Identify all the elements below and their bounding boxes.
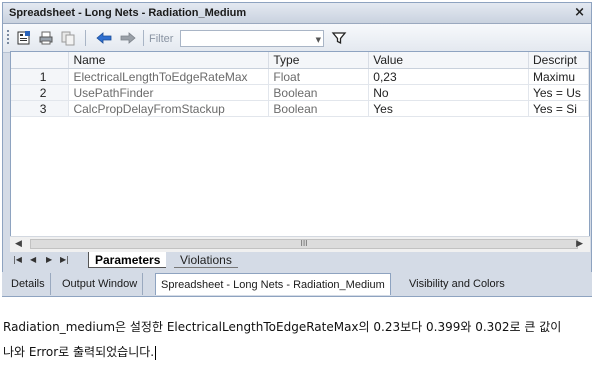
toolbar-grip[interactable]	[7, 30, 9, 46]
cell-name[interactable]: ElectricalLengthToEdgeRateMax	[68, 68, 270, 85]
toolbar-separator	[85, 30, 86, 46]
horizontal-scrollbar[interactable]: ◀ III ▶	[10, 236, 590, 252]
print-icon[interactable]	[37, 29, 55, 47]
corner-header	[11, 52, 70, 69]
tab-visibility-and-colors[interactable]: Visibility and Colors	[404, 273, 510, 295]
column-header-type[interactable]: Type	[268, 52, 370, 69]
properties-icon[interactable]	[15, 29, 33, 47]
column-header-value[interactable]: Value	[368, 52, 529, 69]
cell-description[interactable]: Yes = Us	[528, 84, 589, 101]
tab-details[interactable]: Details	[6, 273, 51, 295]
caption-line-2-text: 나와 Error로 출력되었습니다.	[3, 345, 155, 359]
cell-value[interactable]: Yes	[368, 100, 529, 117]
chevron-down-icon[interactable]: ▼	[316, 36, 321, 44]
forward-arrow-icon[interactable]	[119, 29, 137, 47]
sheet-tab-strip: |◀ ◀ ▶ ▶| Parameters Violations	[10, 252, 590, 269]
next-sheet-icon[interactable]: ▶	[46, 255, 52, 264]
tab-output-window[interactable]: Output Window	[57, 273, 144, 295]
cell-description[interactable]: Maximu	[528, 68, 589, 85]
panel-tab-bar: Details Output Window Spreadsheet - Long…	[2, 272, 592, 296]
scroll-grip: III	[300, 239, 308, 248]
cell-value[interactable]: 0,23	[368, 68, 529, 85]
close-icon[interactable]: ×	[574, 5, 585, 20]
filter-label: Filter	[149, 33, 174, 45]
caption-line-2: 나와 Error로 출력되었습니다.	[3, 343, 157, 360]
toolbar-separator	[143, 30, 144, 46]
prev-sheet-icon[interactable]: ◀	[30, 255, 36, 264]
cell-type[interactable]: Boolean	[268, 100, 370, 117]
tab-violations[interactable]: Violations	[174, 252, 238, 268]
cell-value[interactable]: No	[368, 84, 529, 101]
table-row[interactable]: 1 ElectricalLengthToEdgeRateMax Float 0,…	[11, 68, 589, 85]
parameter-table: Name Type Value Descript 1 ElectricalLen…	[11, 52, 589, 117]
table-row[interactable]: 3 CalcPropDelayFromStackup Boolean Yes Y…	[11, 100, 589, 117]
cell-description[interactable]: Yes = Si	[528, 100, 589, 117]
last-sheet-icon[interactable]: ▶|	[60, 255, 69, 264]
panel-title: Spreadsheet - Long Nets - Radiation_Medi…	[9, 7, 247, 19]
caption-line-1: Radiation_medium은 설정한 ElectricalLengthTo…	[3, 320, 562, 334]
cell-name[interactable]: UsePathFinder	[68, 84, 270, 101]
row-number[interactable]: 1	[11, 68, 70, 85]
scroll-left-icon[interactable]: ◀	[15, 239, 22, 249]
scroll-thumb[interactable]: III	[30, 239, 578, 249]
panel-title-bar: Spreadsheet - Long Nets - Radiation_Medi…	[3, 3, 591, 24]
scroll-right-icon[interactable]: ▶	[576, 239, 583, 249]
parameter-grid[interactable]: Name Type Value Descript 1 ElectricalLen…	[10, 51, 590, 252]
cell-type[interactable]: Float	[268, 68, 370, 85]
toolbar: Filter ▼	[3, 24, 591, 53]
column-header-description[interactable]: Descript	[528, 52, 589, 69]
table-row[interactable]: 2 UsePathFinder Boolean No Yes = Us	[11, 84, 589, 101]
row-number[interactable]: 3	[11, 100, 70, 117]
row-number[interactable]: 2	[11, 84, 70, 101]
funnel-filter-icon[interactable]	[331, 30, 347, 50]
filter-combobox[interactable]: ▼	[180, 30, 324, 47]
tab-spreadsheet[interactable]: Spreadsheet - Long Nets - Radiation_Medi…	[155, 273, 391, 295]
back-arrow-icon[interactable]	[95, 29, 113, 47]
cell-name[interactable]: CalcPropDelayFromStackup	[68, 100, 270, 117]
tab-parameters[interactable]: Parameters	[88, 252, 167, 268]
first-sheet-icon[interactable]: |◀	[13, 255, 22, 264]
column-header-name[interactable]: Name	[68, 52, 270, 69]
text-cursor	[155, 345, 157, 360]
copy-icon[interactable]	[59, 29, 77, 47]
table-header-row: Name Type Value Descript	[11, 52, 589, 69]
cell-type[interactable]: Boolean	[268, 84, 370, 101]
